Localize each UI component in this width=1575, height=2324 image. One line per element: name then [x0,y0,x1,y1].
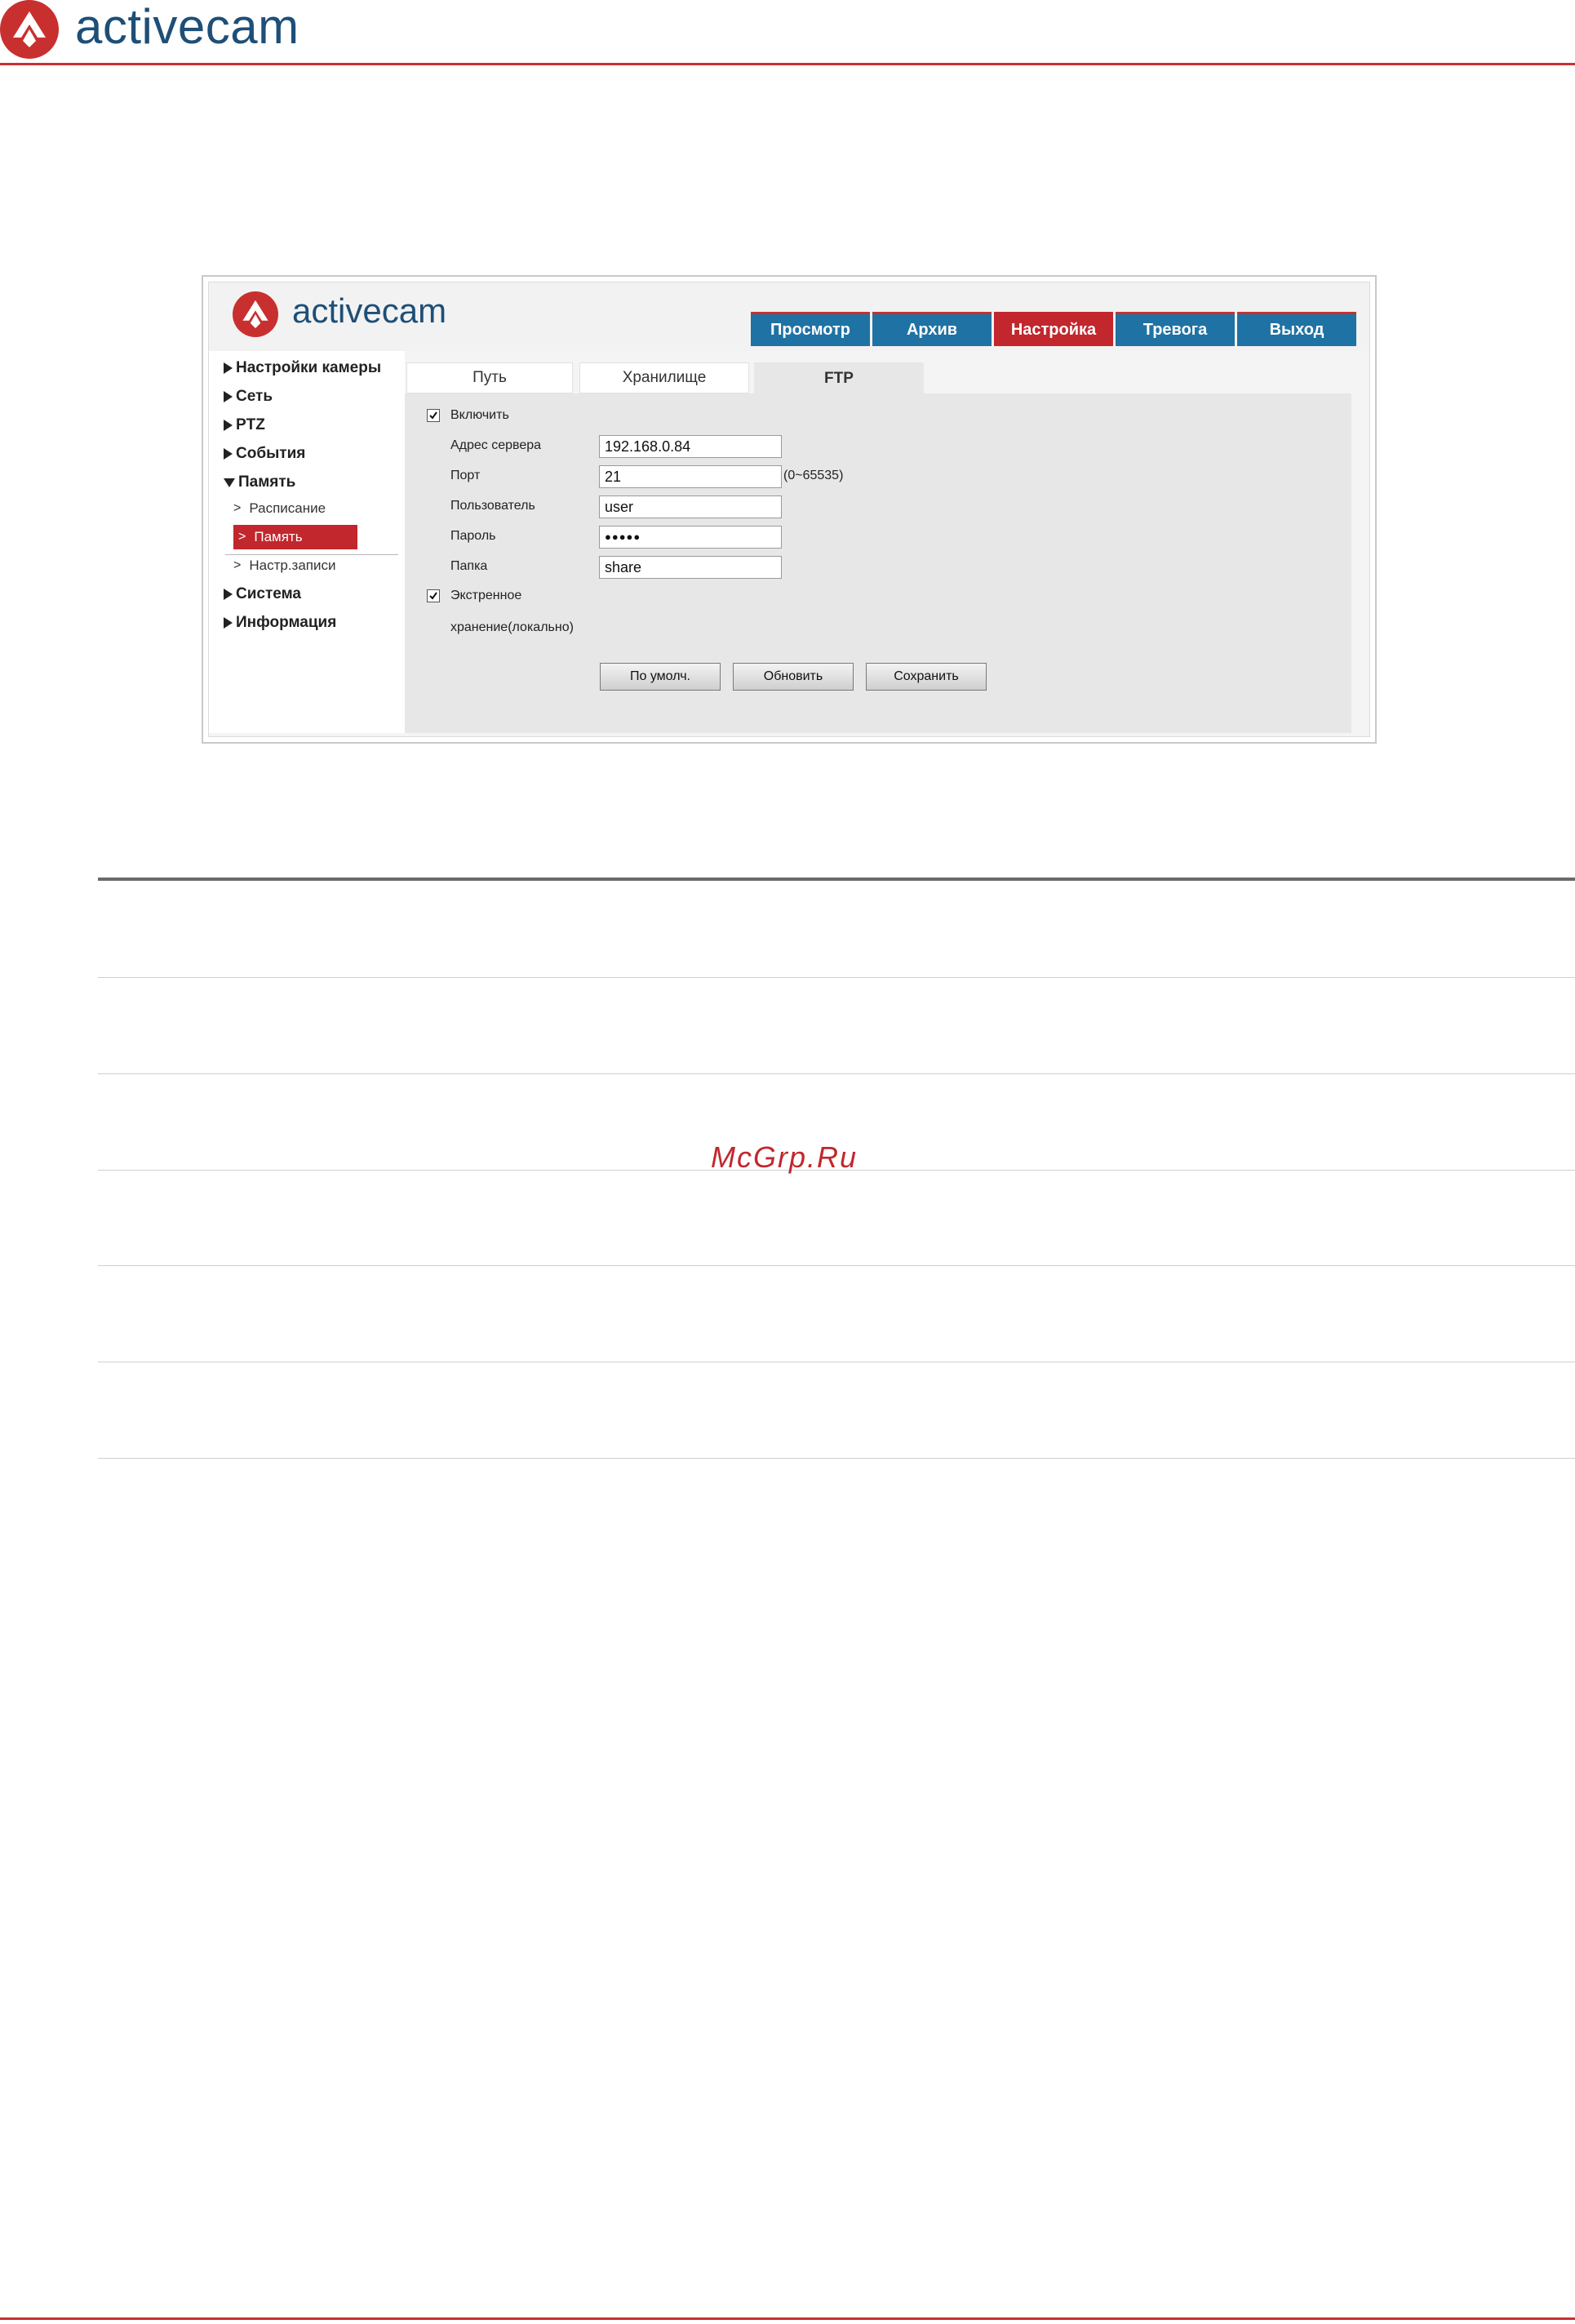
default-button[interactable]: По умолч. [600,663,721,691]
table-row-divider [98,1265,1575,1266]
app-header: activecam Просмотр Архив Настройка Трево… [209,282,1369,351]
save-button[interactable]: Сохранить [866,663,987,691]
chevron-right-icon: > [238,530,246,544]
sidebar-subitem-memory[interactable]: > Память [233,525,357,549]
page-brand-title: activecam [75,0,299,54]
table-row-divider [98,1073,1575,1074]
sidebar-item-information[interactable]: Информация [224,614,336,632]
username-input[interactable] [599,495,782,518]
header-divider [0,63,1575,65]
expand-arrow-icon [224,420,233,431]
chevron-right-icon: > [233,558,242,572]
app-brand-title: activecam [292,291,447,330]
camera-ui-window: activecam Просмотр Архив Настройка Трево… [208,282,1370,737]
username-label: Пользователь [450,499,535,513]
server-address-input[interactable] [599,435,782,458]
footer-divider [0,2317,1575,2320]
sidebar-item-memory[interactable]: Память [224,473,295,491]
password-label: Пароль [450,529,496,543]
expand-arrow-icon [224,617,233,629]
server-address-label: Адрес сервера [450,438,542,452]
port-label: Порт [450,469,481,482]
enable-checkbox[interactable] [427,409,440,422]
expand-arrow-icon [224,448,233,460]
expand-arrow-icon [224,589,233,600]
sidebar-item-ptz[interactable]: PTZ [224,416,265,434]
table-header-rule [98,878,1575,881]
sidebar-subitem-record-settings[interactable]: > Настр.записи [233,553,336,578]
watermark-text: McGrp.Ru [711,1140,858,1174]
nav-tab-settings[interactable]: Настройка [994,312,1113,346]
nav-tab-alarm[interactable]: Тревога [1116,312,1235,346]
collapse-arrow-icon [224,478,235,487]
activecam-logo-icon [0,0,59,59]
folder-input[interactable] [599,556,782,579]
sidebar-item-events[interactable]: События [224,445,305,463]
tab-path[interactable]: Путь [406,362,573,393]
port-input[interactable] [599,465,782,488]
expand-arrow-icon [224,362,233,374]
tab-storage[interactable]: Хранилище [579,362,749,393]
nav-tab-view[interactable]: Просмотр [751,312,870,346]
local-storage-checkbox[interactable] [427,589,440,602]
folder-label: Папка [450,559,488,573]
checkmark-icon [429,592,437,600]
main-nav: Просмотр Архив Настройка Тревога Выход [751,312,1359,348]
sidebar-item-camera-settings[interactable]: Настройки камеры [224,359,381,377]
enable-label: Включить [450,408,509,422]
nav-tab-archive[interactable]: Архив [872,312,992,346]
app-logo-icon [233,291,278,337]
chevron-right-icon: > [233,501,242,515]
tab-ftp[interactable]: FTP [754,362,924,395]
table-row-divider [98,1458,1575,1459]
table-row-divider [98,977,1575,978]
nav-tab-logout[interactable]: Выход [1237,312,1356,346]
ftp-settings-panel: Включить Адрес сервера Порт (0~65535) По… [405,393,1351,733]
port-range-hint: (0~65535) [783,469,844,482]
sidebar-item-system[interactable]: Система [224,585,301,603]
checkmark-icon [429,411,437,420]
sidebar-subitem-schedule[interactable]: > Расписание [233,496,326,521]
expand-arrow-icon [224,391,233,402]
password-input[interactable]: ●●●●● [599,526,782,549]
emergency-storage-label: Экстренное [450,589,522,602]
sidebar-item-network[interactable]: Сеть [224,388,273,406]
emergency-storage-label-line2: хранение(локально) [450,620,574,634]
refresh-button[interactable]: Обновить [733,663,854,691]
settings-sidebar: Настройки камеры Сеть PTZ События Память… [209,351,405,733]
camera-ui-screenshot: activecam Просмотр Архив Настройка Трево… [202,275,1377,744]
